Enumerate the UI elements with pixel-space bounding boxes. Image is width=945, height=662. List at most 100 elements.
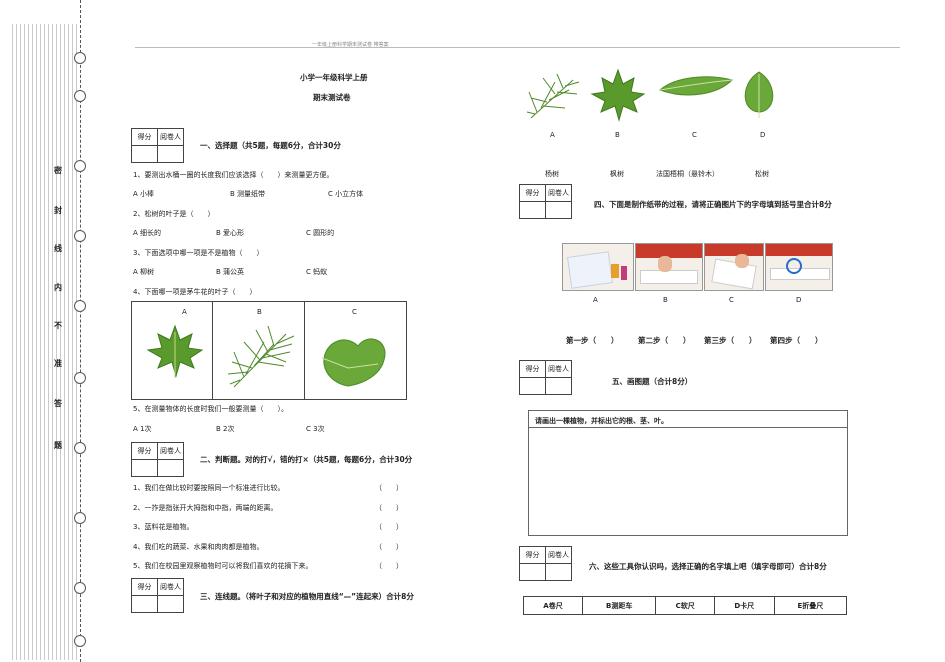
margin-char: 内 — [54, 283, 62, 292]
option: C 3次 — [306, 425, 325, 433]
margin-char: 线 — [54, 244, 62, 253]
tool-options-table: A卷尺 B测距车 C软尺 D卡尺 E折叠尺 — [522, 596, 848, 615]
grader-cell[interactable] — [157, 595, 184, 613]
question-2: 2、松树的叶子是（ ） — [133, 210, 215, 218]
section6-heading: 六、这些工具你认识吗，选择正确的名字填上吧（填字母即可）合计8分 — [589, 562, 827, 571]
score-box: 得分 阅卷人 — [131, 442, 184, 477]
question-3: 3、下面选项中哪一项是不是植物（ ） — [133, 249, 264, 257]
binding-margin: 密 封 线 内 不 准 答 题 — [0, 0, 86, 662]
score-cell[interactable] — [519, 201, 546, 219]
option: B 蒲公英 — [216, 268, 245, 276]
judgement-item: 2、一拃是指张开大拇指和中指，两端的距离。 — [133, 504, 278, 512]
binding-hole — [74, 90, 86, 102]
option: B 2次 — [216, 425, 235, 433]
grader-cell[interactable] — [545, 201, 572, 219]
tool-option: C软尺 — [655, 596, 715, 615]
judgement-item: 4、我们吃的蔬菜、水果和肉肉都是植物。 — [133, 543, 264, 551]
answer-paren[interactable]: （ ） — [375, 503, 403, 513]
score-label: 得分 — [131, 128, 158, 146]
question-4: 4、下面哪一项是茅牛花的叶子（ ） — [133, 288, 257, 296]
binding-hole — [74, 160, 86, 172]
step-photo-b — [635, 243, 703, 291]
judgement-item: 1、我们在做比较时要按照同一个标准进行比较。 — [133, 484, 285, 492]
section3-heading: 三、连线题。（将叶子和对应的植物用直线“—”连起来）合计8分 — [200, 592, 414, 601]
binding-hole — [74, 442, 86, 454]
step-photo-a — [562, 243, 634, 291]
step-answer[interactable]: 第三步（ ） — [704, 335, 757, 346]
maple-leaf-image — [146, 324, 204, 378]
long-leaf-image — [659, 76, 733, 96]
step-answer[interactable]: 第一步（ ） — [566, 335, 619, 346]
score-cell[interactable] — [131, 459, 158, 477]
grader-label: 阅卷人 — [545, 546, 572, 564]
image-label: A — [182, 308, 187, 316]
leaf-label: D — [760, 131, 766, 139]
grader-cell[interactable] — [545, 377, 572, 395]
margin-char: 准 — [54, 359, 62, 368]
score-cell[interactable] — [519, 377, 546, 395]
judgement-item: 3、蓝料花是植物。 — [133, 523, 194, 531]
header-rule — [135, 47, 900, 48]
grader-label: 阅卷人 — [157, 442, 184, 460]
heart-leaf-image — [321, 338, 386, 387]
binding-hole — [74, 512, 86, 524]
score-label: 得分 — [519, 360, 546, 378]
image-label: B — [257, 308, 262, 316]
step-photo-c — [704, 243, 764, 291]
option: A 柳树 — [133, 268, 155, 276]
answer-paren[interactable]: （ ） — [375, 542, 403, 552]
option: A 1次 — [133, 425, 152, 433]
grader-label: 阅卷人 — [157, 128, 184, 146]
score-cell[interactable] — [131, 595, 158, 613]
grader-cell[interactable] — [545, 563, 572, 581]
score-cell[interactable] — [519, 563, 546, 581]
section1-heading: 一、选择题（共5题，每题6分，合计30分 — [200, 141, 341, 150]
photo-label: C — [729, 296, 734, 304]
grader-label: 阅卷人 — [157, 578, 184, 596]
grader-label: 阅卷人 — [545, 184, 572, 202]
margin-char: 答 — [54, 399, 62, 408]
question-1: 1、要测出水桶一圈的长度我们应该选择（ ）来测量更方便。 — [133, 171, 334, 179]
option: B 爱心形 — [216, 229, 245, 237]
binding-texture — [12, 24, 78, 660]
binding-hole — [74, 582, 86, 594]
grader-cell[interactable] — [157, 459, 184, 477]
option: A 细长的 — [133, 229, 162, 237]
section4-heading: 四、下面是制作纸带的过程，请将正确图片下的字母填到括号里合计8分 — [594, 200, 832, 209]
question-5: 5、在测量物体的长度时我们一般要测量（ ）。 — [133, 405, 288, 413]
image-label: C — [352, 308, 357, 316]
tool-option: E折叠尺 — [773, 596, 848, 615]
score-box: 得分 阅卷人 — [131, 578, 184, 613]
leaf-image-table: A B C — [131, 301, 407, 400]
option: B 测量纸带 — [230, 190, 266, 198]
grader-cell[interactable] — [157, 145, 184, 163]
plant-name: 松树 — [755, 170, 769, 178]
answer-paren[interactable]: （ ） — [375, 522, 403, 532]
score-label: 得分 — [131, 578, 158, 596]
drawing-area[interactable]: 请画出一棵植物，并标出它的根、茎、叶。 — [528, 410, 848, 536]
score-box: 得分 阅卷人 — [519, 546, 572, 581]
plant-name: 枫树 — [610, 170, 624, 178]
score-box: 得分 阅卷人 — [131, 128, 184, 163]
answer-paren[interactable]: （ ） — [375, 561, 403, 571]
leaf-label: B — [615, 131, 620, 139]
drawing-prompt: 请画出一棵植物，并标出它的根、茎、叶。 — [535, 417, 668, 425]
maple-leaf-image — [590, 68, 646, 122]
photo-label: A — [593, 296, 598, 304]
binding-hole — [74, 372, 86, 384]
section2-heading: 二、判断题。对的打√，错的打×（共5题，每题6分，合计30分 — [200, 455, 413, 464]
judgement-item: 5、我们在校园里观察植物时可以将我们喜欢的花摘下来。 — [133, 562, 313, 570]
photo-label: D — [796, 296, 802, 304]
tool-option: B测距车 — [582, 596, 657, 615]
step-answer[interactable]: 第二步（ ） — [638, 335, 691, 346]
step-answer[interactable]: 第四步（ ） — [770, 335, 823, 346]
step-photo-d — [765, 243, 833, 291]
binding-hole — [74, 300, 86, 312]
score-cell[interactable] — [131, 145, 158, 163]
score-label: 得分 — [519, 546, 546, 564]
score-box: 得分 阅卷人 — [519, 360, 572, 395]
answer-paren[interactable]: （ ） — [375, 483, 403, 493]
binding-hole — [74, 230, 86, 242]
option: C 蚂蚁 — [306, 268, 328, 276]
tool-option: A卷尺 — [522, 596, 584, 615]
